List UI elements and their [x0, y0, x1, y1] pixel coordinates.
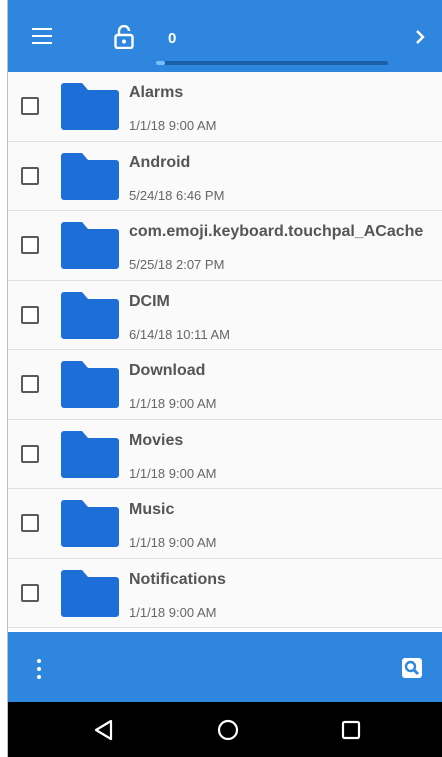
- file-date: 1/1/18 9:00 AM: [129, 535, 217, 550]
- list-item[interactable]: com.emoji.keyboard.touchpal_ACache 5/25/1…: [8, 211, 442, 281]
- folder-icon: [61, 291, 119, 339]
- back-triangle-icon[interactable]: [93, 719, 115, 741]
- file-list: Alarms 1/1/18 9:00 AM Android 5/24/18 6:46 …: [8, 72, 442, 632]
- folder-icon: [61, 500, 119, 547]
- list-item[interactable]: Movies 1/1/18 9:00 AM: [8, 419, 442, 489]
- list-item[interactable]: Alarms 1/1/18 9:00 AM: [8, 72, 442, 142]
- row-checkbox[interactable]: [21, 444, 39, 463]
- row-checkbox[interactable]: [21, 305, 39, 324]
- row-checkbox[interactable]: [21, 375, 39, 393]
- file-date: 6/14/18 10:11 AM: [129, 326, 230, 342]
- file-name: Notifications: [129, 570, 226, 588]
- left-edge: [0, 0, 8, 757]
- hamburger-menu-icon[interactable]: [32, 28, 52, 44]
- file-name: DCIM: [129, 292, 170, 310]
- folder-icon: [61, 430, 119, 478]
- selected-count: 0: [168, 30, 177, 47]
- folder-icon: [61, 569, 119, 617]
- folder-icon: [61, 222, 119, 269]
- list-item[interactable]: Music 1/1/18 9:00 AM: [8, 489, 442, 559]
- lock-open-icon[interactable]: [114, 25, 134, 49]
- row-checkbox[interactable]: [21, 583, 39, 602]
- home-circle-icon[interactable]: [217, 719, 239, 741]
- folder-icon: [61, 152, 119, 200]
- row-checkbox[interactable]: [21, 166, 39, 185]
- chevron-right-icon[interactable]: [413, 28, 427, 46]
- file-date: 5/25/18 2:07 PM: [129, 257, 225, 272]
- file-date: 1/1/18 9:00 AM: [129, 465, 217, 481]
- list-item[interactable]: Notifications 1/1/18 9:00 AM: [8, 558, 442, 628]
- file-name: Download: [129, 362, 206, 379]
- file-date: 1/1/18 9:00 AM: [129, 396, 217, 411]
- more-vertical-icon[interactable]: [36, 659, 42, 679]
- row-checkbox[interactable]: [21, 236, 39, 254]
- file-name: Movies: [129, 431, 184, 449]
- bottom-toolbar: [8, 632, 442, 702]
- row-checkbox[interactable]: [21, 514, 39, 532]
- search-icon[interactable]: [402, 658, 422, 678]
- file-date: 5/24/18 6:46 PM: [129, 187, 225, 203]
- system-nav-bar: [8, 702, 442, 757]
- file-name: com.emoji.keyboard.touchpal_ACache: [129, 223, 424, 240]
- progress-bar: [156, 61, 388, 65]
- list-item[interactable]: Download 1/1/18 9:00 AM: [8, 350, 442, 420]
- folder-icon: [61, 83, 119, 130]
- row-checkbox[interactable]: [21, 97, 39, 115]
- file-name: Music: [129, 501, 175, 518]
- file-name: Android: [129, 153, 191, 171]
- top-app-bar: 0: [8, 0, 442, 72]
- progress-fill: [156, 61, 166, 65]
- list-item[interactable]: DCIM 6/14/18 10:11 AM: [8, 280, 442, 350]
- file-date: 1/1/18 9:00 AM: [129, 604, 217, 620]
- file-date: 1/1/18 9:00 AM: [129, 118, 217, 133]
- folder-icon: [61, 361, 119, 408]
- recents-square-icon[interactable]: [340, 719, 362, 741]
- file-name: Alarms: [129, 84, 184, 101]
- list-item[interactable]: Android 5/24/18 6:46 PM: [8, 141, 442, 211]
